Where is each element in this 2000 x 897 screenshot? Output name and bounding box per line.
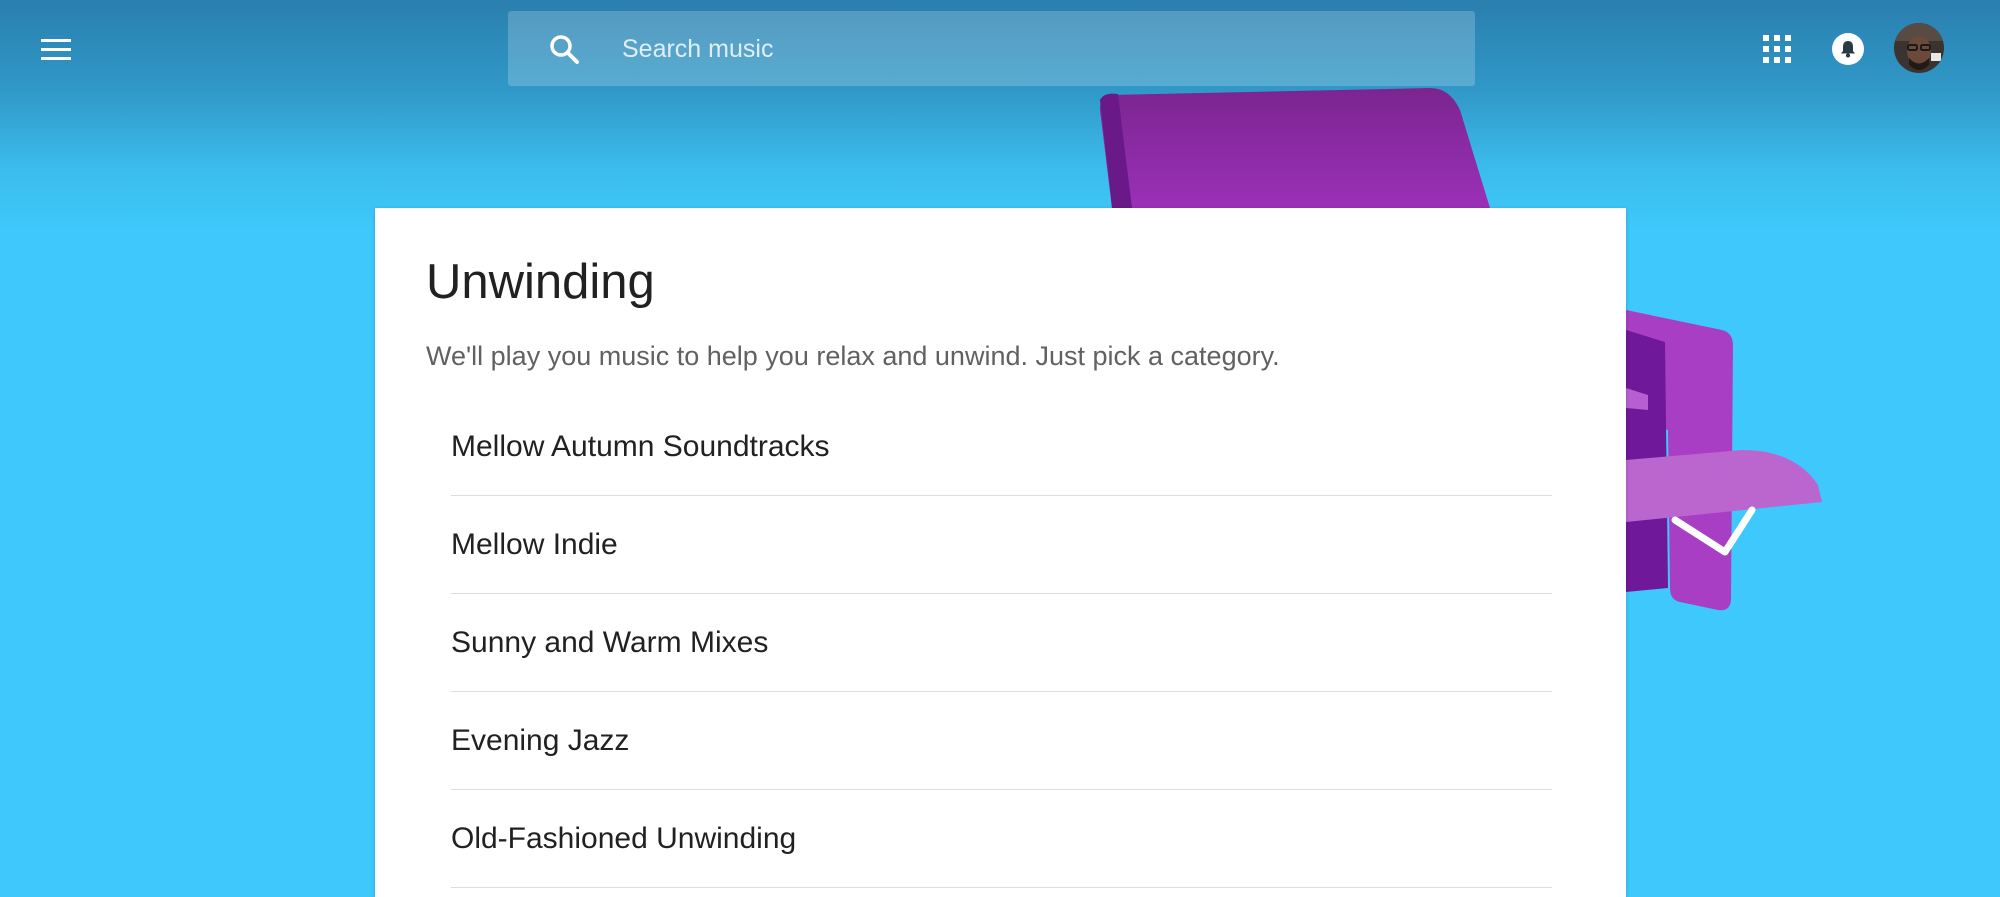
unwinding-card: Unwinding We'll play you music to help y… [375,208,1626,897]
page-title: Unwinding [426,255,655,309]
notifications-button[interactable] [1832,33,1864,65]
apps-button[interactable] [1760,32,1794,66]
category-list: Mellow Autumn Soundtracks Mellow Indie S… [451,398,1552,888]
search-bar[interactable] [508,11,1475,88]
category-item[interactable]: Evening Jazz [451,692,1552,790]
user-avatar[interactable] [1894,23,1944,73]
hamburger-menu-icon [41,39,71,60]
search-icon [550,35,579,64]
avatar-image [1894,23,1944,73]
search-input[interactable] [620,11,1444,88]
category-item[interactable]: Old-Fashioned Unwinding [451,790,1552,888]
page-description: We'll play you music to help you relax a… [426,341,1280,371]
category-item[interactable]: Mellow Indie [451,496,1552,594]
category-item[interactable]: Sunny and Warm Mixes [451,594,1552,692]
apps-grid-icon [1763,35,1791,63]
category-item[interactable]: Mellow Autumn Soundtracks [451,398,1552,496]
menu-button[interactable] [30,24,82,76]
bell-icon [1841,41,1855,58]
top-app-bar [0,0,2000,96]
